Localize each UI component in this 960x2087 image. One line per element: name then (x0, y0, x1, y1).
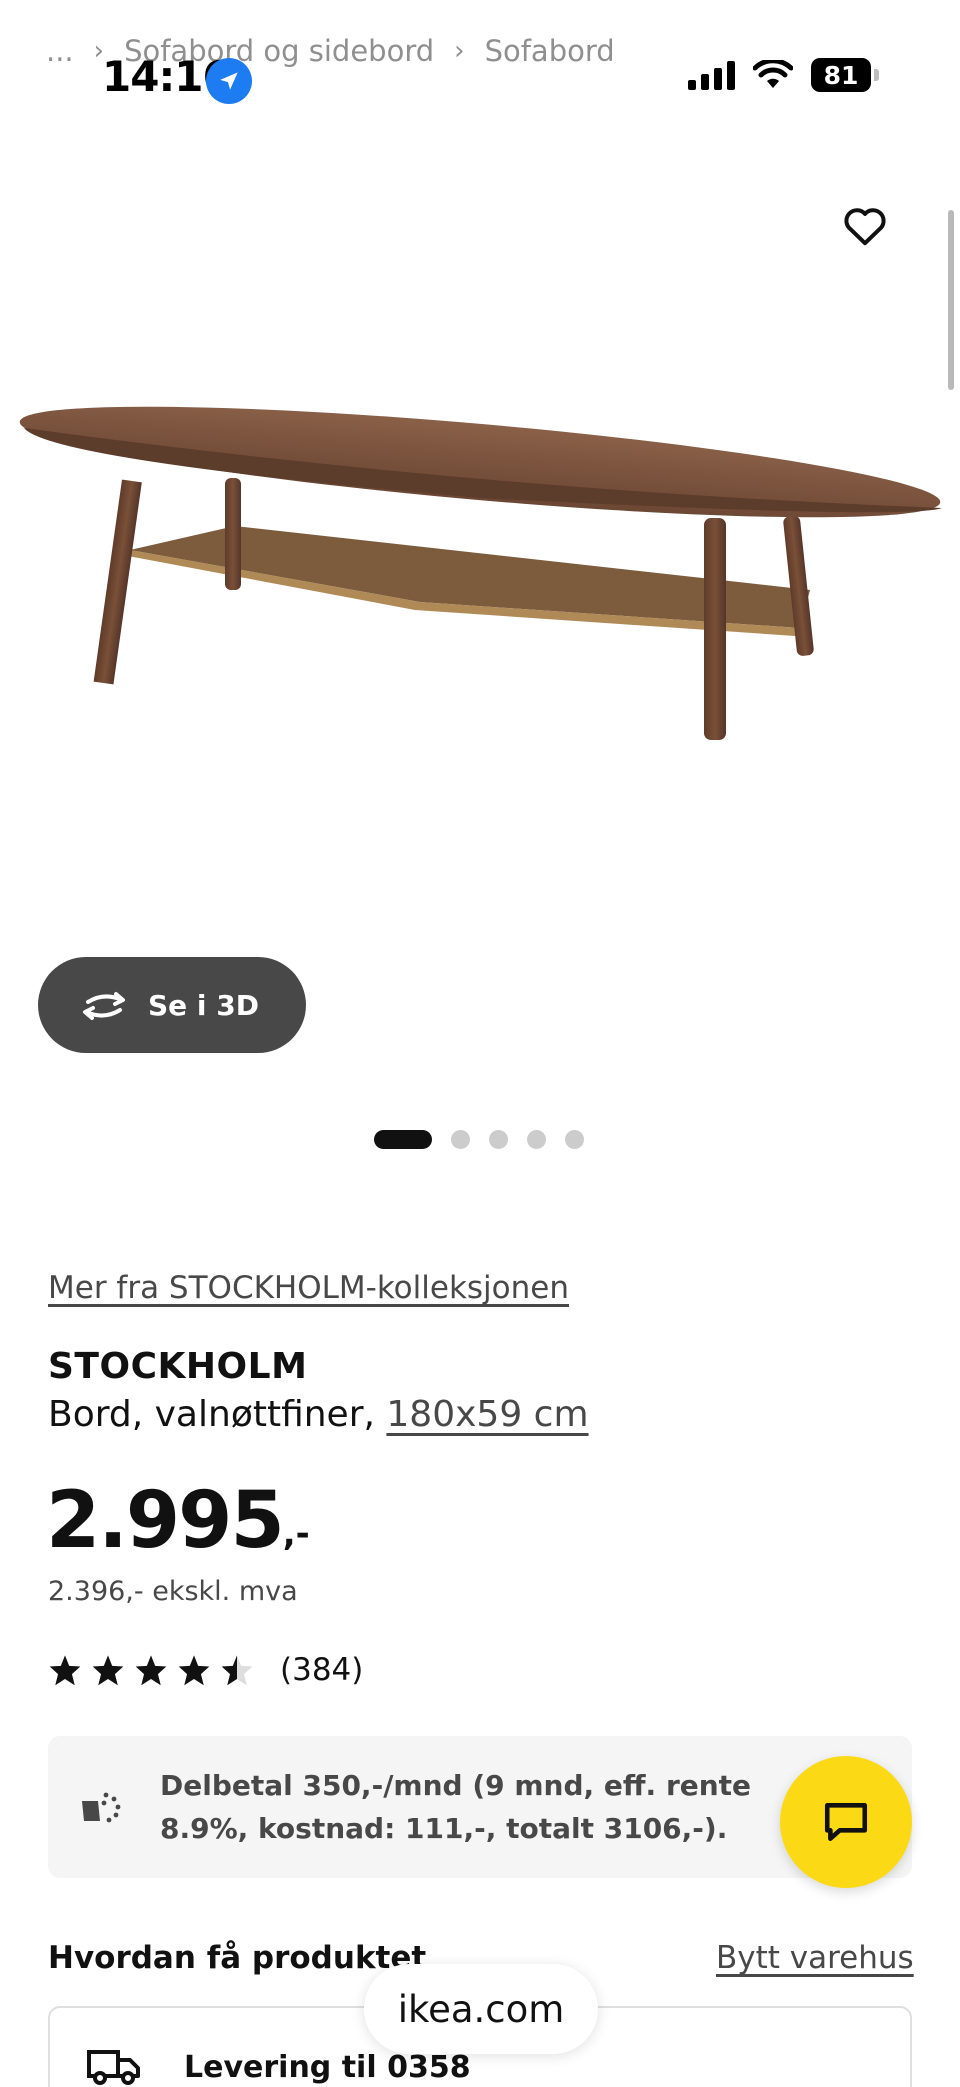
collection-link[interactable]: Mer fra STOCKHOLM-kolleksjonen (48, 1270, 569, 1306)
battery-indicator: 81 (811, 58, 879, 92)
product-name: STOCKHOLM (48, 1346, 308, 1387)
chat-icon (824, 1803, 868, 1841)
product-description: Bord, valnøttfiner, 180x59 cm (48, 1394, 589, 1435)
chevron-right-icon: › (454, 36, 465, 66)
page-scrollbar[interactable] (948, 210, 954, 390)
browser-url: ikea.com (397, 1987, 565, 2031)
price-suffix: ,- (282, 1514, 310, 1554)
star-icon (92, 1655, 124, 1686)
product-image[interactable] (10, 380, 950, 810)
wishlist-button[interactable] (838, 198, 892, 252)
truck-icon (87, 2050, 140, 2085)
rating-stars (48, 1654, 254, 1686)
delivery-section-title: Hvordan få produktet (48, 1940, 427, 1976)
heart-icon (844, 208, 886, 246)
payment-icon (82, 1792, 121, 1823)
star-icon (49, 1655, 81, 1686)
gallery-dot-2[interactable] (451, 1130, 470, 1149)
battery-level: 81 (811, 58, 871, 92)
gallery-dot-3[interactable] (489, 1130, 508, 1149)
gallery-dot-5[interactable] (565, 1130, 584, 1149)
product-description-text: Bord, valnøttfiner, (48, 1394, 375, 1435)
star-icon (135, 1655, 167, 1686)
star-icon (178, 1655, 210, 1686)
delivery-option-title: Levering til 0358 (184, 2050, 471, 2085)
cellular-signal-icon (688, 60, 735, 90)
half-star-icon (221, 1655, 253, 1686)
rating-count: (384) (280, 1652, 364, 1688)
wifi-icon (753, 60, 793, 88)
gallery-pagination (374, 1130, 584, 1149)
rotate-3d-icon (83, 992, 125, 1020)
gallery-dot-1[interactable] (374, 1130, 432, 1149)
change-store-link[interactable]: Bytt varehus (716, 1940, 914, 1976)
product-price: 2.995 ,- (46, 1476, 310, 1566)
browser-url-bar[interactable]: ikea.com (364, 1964, 598, 2054)
breadcrumb-item-sofabord[interactable]: Sofabord (485, 34, 615, 68)
price-ex-vat: 2.396,- ekskl. mva (48, 1576, 298, 1607)
gallery-dot-4[interactable] (527, 1130, 546, 1149)
installment-text: Delbetal 350,-/mnd (9 mnd, eff. rente 8.… (160, 1769, 752, 1845)
location-arrow-icon (206, 58, 252, 104)
view-3d-label: Se i 3D (148, 988, 259, 1022)
breadcrumb-ellipsis[interactable]: ... (46, 34, 74, 68)
product-size-link[interactable]: 180x59 cm (386, 1394, 588, 1435)
status-indicators: 81 (688, 58, 879, 92)
chat-button[interactable] (780, 1756, 912, 1888)
view-3d-button[interactable]: Se i 3D (38, 957, 306, 1053)
price-value: 2.995 (46, 1476, 285, 1566)
product-rating[interactable]: (384) (48, 1652, 363, 1688)
